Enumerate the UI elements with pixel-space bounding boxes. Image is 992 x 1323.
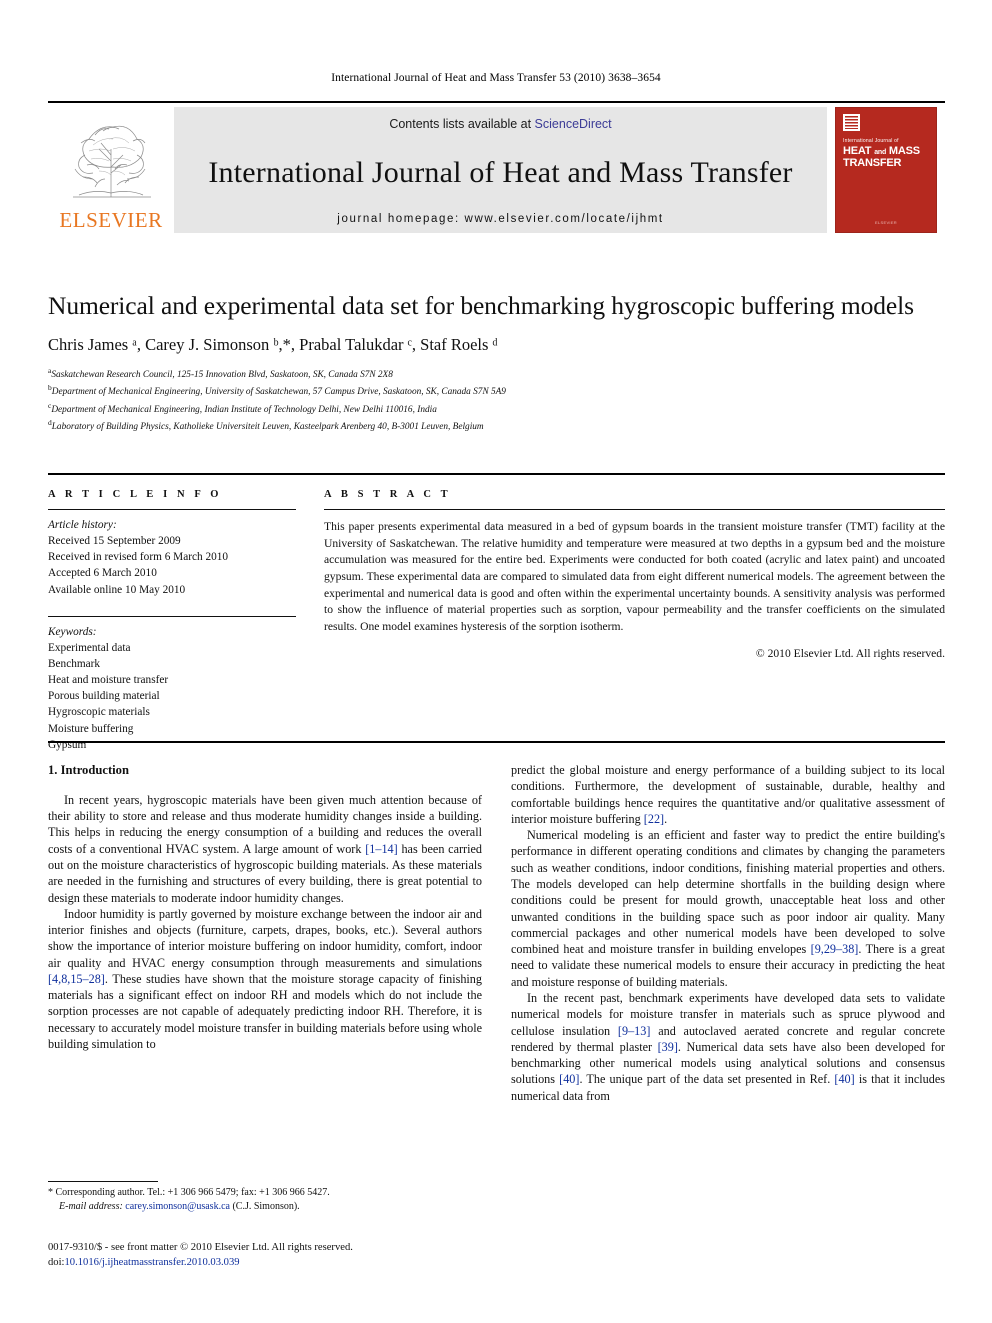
affiliation-list: aSaskatchewan Research Council, 125-15 I… xyxy=(48,365,945,434)
journal-masthead: ELSEVIER Contents lists available at Sci… xyxy=(48,101,945,237)
article-info-rule xyxy=(48,509,296,510)
footnote-block: * Corresponding author. Tel.: +1 306 966… xyxy=(48,1186,482,1214)
paragraph-text: . xyxy=(664,811,668,826)
article-history-label: Article history: xyxy=(48,519,117,531)
keyword-item: Heat and moisture transfer xyxy=(48,674,169,687)
keywords-block: Keywords: Experimental data Benchmark He… xyxy=(48,624,296,753)
citation-link[interactable]: [39] xyxy=(658,1040,678,1054)
elsevier-tree-icon xyxy=(73,125,151,198)
citation-link[interactable]: [4,8,15–28] xyxy=(48,972,105,986)
paragraph-text: Numerical modeling is an efficient and f… xyxy=(511,828,945,957)
citation-link[interactable]: [1–14] xyxy=(365,842,398,856)
abstract-heading: A B S T R A C T xyxy=(324,489,452,500)
history-item: Received 15 September 2009 xyxy=(48,535,181,548)
elsevier-wordmark: ELSEVIER xyxy=(59,208,163,232)
affiliation-item: cDepartment of Mechanical Engineering, I… xyxy=(48,400,945,417)
abstract-copyright: © 2010 Elsevier Ltd. All rights reserved… xyxy=(755,646,945,660)
citation-link[interactable]: [40] xyxy=(834,1072,854,1086)
affiliation-text: Saskatchewan Research Council, 125-15 In… xyxy=(51,370,393,381)
cover-superior-line: International Journal of xyxy=(843,138,899,144)
body-column-left: 1. Introduction In recent years, hygrosc… xyxy=(48,762,482,1052)
affiliation-text: Laboratory of Building Physics, Katholie… xyxy=(51,421,484,432)
affiliation-item: aSaskatchewan Research Council, 125-15 I… xyxy=(48,365,945,382)
journal-title: International Journal of Heat and Mass T… xyxy=(208,155,793,189)
citation-link[interactable]: [9–13] xyxy=(618,1024,651,1038)
keywords-label: Keywords: xyxy=(48,625,97,638)
keywords-rule xyxy=(48,615,296,617)
abstract-column: A B S T R A C T This paper presents expe… xyxy=(324,489,945,660)
paragraph: In recent years, hygroscopic materials h… xyxy=(48,792,482,906)
paragraph-text: Indoor humidity is partly governed by mo… xyxy=(48,906,482,970)
footnote-rule xyxy=(48,1181,158,1182)
keyword-item: Experimental data xyxy=(48,641,131,654)
history-item: Received in revised form 6 March 2010 xyxy=(48,551,229,564)
email-note: E-mail address: carey.simonson@usask.ca … xyxy=(48,1200,482,1214)
keyword-item: Moisture buffering xyxy=(48,722,134,735)
article-info-heading: A R T I C L E I N F O xyxy=(48,489,223,500)
citation-link[interactable]: [40] xyxy=(559,1072,579,1086)
cover-elsevier-icon xyxy=(843,114,860,131)
abstract-rule xyxy=(324,509,945,510)
paragraph-text: . These studies have shown that the mois… xyxy=(48,971,482,1052)
doi-link[interactable]: 10.1016/j.ijheatmasstransfer.2010.03.039 xyxy=(64,1257,239,1268)
page-footer: 0017-9310/$ - see front matter © 2010 El… xyxy=(48,1240,548,1271)
affiliation-text: Department of Mechanical Engineering, In… xyxy=(51,404,437,415)
cover-title-transfer: TRANSFER xyxy=(843,156,902,169)
keyword-item: Benchmark xyxy=(48,657,101,670)
affiliation-item: bDepartment of Mechanical Engineering, U… xyxy=(48,382,945,399)
article-history-block: Article history: Received 15 September 2… xyxy=(48,517,296,598)
paragraph: Numerical modeling is an efficient and f… xyxy=(511,827,945,990)
body-column-right: predict the global moisture and energy p… xyxy=(511,762,945,1104)
cover-title-heat: HEAT xyxy=(843,145,872,157)
authors-text: Chris James ᵃ, Carey J. Simonson ᵇ,*, Pr… xyxy=(48,335,498,355)
citation-link[interactable]: [9,29–38] xyxy=(811,942,859,956)
citation-link[interactable]: [22] xyxy=(644,812,664,826)
issn-line: 0017-9310/$ - see front matter © 2010 El… xyxy=(48,1242,353,1253)
paper-page: International Journal of Heat and Mass T… xyxy=(0,0,992,1323)
cover-title-mass: MASS xyxy=(888,145,920,157)
affiliation-item: dLaboratory of Building Physics, Katholi… xyxy=(48,417,945,434)
history-item: Available online 10 May 2010 xyxy=(48,583,186,596)
elsevier-logo: ELSEVIER xyxy=(48,103,174,237)
body-top-rule xyxy=(48,741,945,743)
email-label: E-mail address: xyxy=(59,1201,123,1212)
keyword-item: Porous building material xyxy=(48,690,160,703)
email-suffix: (C.J. Simonson). xyxy=(229,1201,300,1212)
email-link[interactable]: carey.simonson@usask.ca xyxy=(125,1201,230,1212)
cover-title-and: and xyxy=(874,149,887,156)
history-item: Accepted 6 March 2010 xyxy=(48,567,157,580)
cover-footer-wordmark: ELSEVIER xyxy=(875,220,897,225)
paragraph: predict the global moisture and energy p… xyxy=(511,762,945,827)
title-block: Numerical and experimental data set for … xyxy=(48,290,945,434)
sciencedirect-link[interactable]: ScienceDirect xyxy=(535,117,612,131)
cover-title: HEAT and MASS TRANSFER xyxy=(843,145,920,170)
doi-label: doi: xyxy=(48,1257,65,1269)
author-list: Chris James ᵃ, Carey J. Simonson ᵇ,*, Pr… xyxy=(48,335,945,355)
contents-prefix: Contents lists available at xyxy=(389,117,535,131)
article-info-column: A R T I C L E I N F O Article history: R… xyxy=(48,489,296,753)
paragraph: Indoor humidity is partly governed by mo… xyxy=(48,906,482,1053)
corresponding-author-note: * Corresponding author. Tel.: +1 306 966… xyxy=(48,1187,330,1198)
abstract-text: This paper presents experimental data me… xyxy=(324,520,945,634)
keyword-item: Hygroscopic materials xyxy=(48,706,150,719)
journal-homepage-link[interactable]: journal homepage: www.elsevier.com/locat… xyxy=(337,213,663,225)
article-title: Numerical and experimental data set for … xyxy=(48,291,914,320)
info-top-rule xyxy=(48,473,945,475)
doi-line: doi:10.1016/j.ijheatmasstransfer.2010.03… xyxy=(48,1255,548,1270)
contents-available-line: Contents lists available at ScienceDirec… xyxy=(389,117,611,131)
section-heading-introduction: 1. Introduction xyxy=(48,763,129,777)
paragraph-text: predict the global moisture and energy p… xyxy=(511,763,945,826)
affiliation-text: Department of Mechanical Engineering, Un… xyxy=(51,387,506,398)
keyword-item: Gypsum xyxy=(48,738,87,751)
paragraph-text: . The unique part of the data set presen… xyxy=(579,1072,835,1087)
masthead-banner: Contents lists available at ScienceDirec… xyxy=(174,107,827,233)
paragraph: In the recent past, benchmark experiment… xyxy=(511,990,945,1104)
running-head: International Journal of Heat and Mass T… xyxy=(331,72,661,84)
journal-cover-thumbnail: International Journal of HEAT and MASS T… xyxy=(827,103,945,237)
